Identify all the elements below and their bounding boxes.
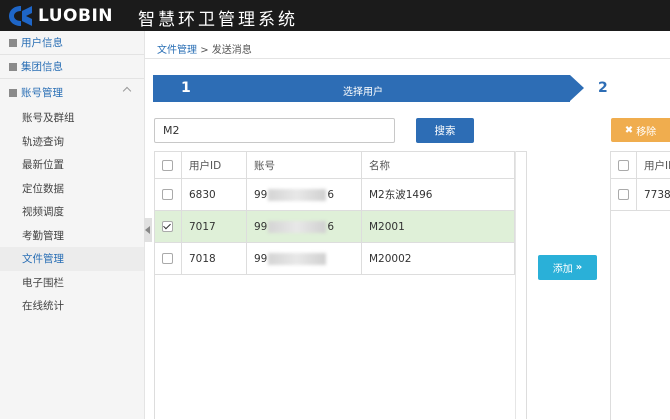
search-button[interactable]: 搜索 [416,118,474,143]
step-2-number: 2 [598,80,608,96]
sidebar-item-accounts[interactable]: 账号及群组 [0,106,144,130]
select-all-checkbox[interactable] [162,160,173,171]
sidebar-item-geofence[interactable]: 电子围栏 [0,271,144,295]
table-row[interactable]: 7018 99 M20002 [155,243,515,275]
cell-user-id: 7738 [637,179,670,211]
sidebar-item-video[interactable]: 视频调度 [0,200,144,224]
row-checkbox[interactable] [162,221,173,232]
sidebar-item-label: 用户信息 [21,35,63,50]
add-button[interactable]: 添加 » [538,255,597,280]
sidebar-item-label: 定位数据 [22,181,64,196]
cell-name: M2001 [362,211,515,243]
cell-user-id: 7018 [182,243,247,275]
cell-account: 99 6 [247,211,362,243]
select-all-checkbox[interactable] [618,160,629,171]
selected-user-table: 用户ID 7738 [610,151,670,211]
account-prefix: 99 [254,253,267,265]
table-row[interactable]: 7738 [611,179,670,211]
brand-name: LUOBIN [38,6,113,26]
logo-icon [8,5,34,27]
app-title: 智慧环卫管理系统 [138,5,298,30]
table-header-row: 用户ID 账号 名称 [155,152,515,179]
sidebar-item-online-stats[interactable]: 在线统计 [0,294,144,318]
table-header-row: 用户ID [611,152,670,179]
close-icon: ✖ [625,125,633,136]
sidebar-group-account[interactable]: 账号管理 [0,79,144,106]
list-icon [9,89,17,97]
sidebar-item-location-data[interactable]: 定位数据 [0,177,144,201]
list-icon [9,63,17,71]
row-checkbox[interactable] [162,253,173,264]
account-prefix: 99 [254,189,267,201]
redaction-mask [268,221,326,233]
sidebar-item-label: 轨迹查询 [22,134,64,149]
sidebar-item-user-info[interactable]: 用户信息 [0,31,144,55]
redaction-mask [268,189,326,201]
row-checkbox[interactable] [618,189,629,200]
row-checkbox[interactable] [162,189,173,200]
add-button-label: 添加 [553,260,573,275]
cell-account: 99 [247,243,362,275]
sidebar-item-label: 视频调度 [22,204,64,219]
sidebar-item-label: 电子围栏 [22,275,64,290]
table-row[interactable]: 7017 99 6 M2001 [155,211,515,243]
account-suffix: 6 [327,189,334,201]
sidebar-item-label: 最新位置 [22,157,64,172]
remove-button[interactable]: ✖ 移除 [611,118,670,142]
cell-name: M20002 [362,243,515,275]
list-icon [9,39,17,47]
breadcrumb-current: 发送消息 [212,45,252,56]
column-header: 用户ID [182,152,247,179]
sidebar-item-latest-position[interactable]: 最新位置 [0,153,144,177]
cell-name: M2东波1496 [362,179,515,211]
user-table: 用户ID 账号 名称 6830 99 6 M2东波1496 7017 99 6 M2… [154,151,515,275]
column-header: 账号 [247,152,362,179]
cell-user-id: 6830 [182,179,247,211]
select-all-cell [155,152,182,179]
sidebar-item-attendance[interactable]: 考勤管理 [0,224,144,248]
cell-user-id: 7017 [182,211,247,243]
step-1-number: 1 [181,80,191,96]
redaction-mask [268,253,326,265]
sidebar-item-label: 集团信息 [21,59,63,74]
chevron-up-icon [123,87,131,95]
step-arrow [570,75,584,101]
column-header: 名称 [362,152,515,179]
sidebar-item-files[interactable]: 文件管理 [0,247,144,271]
double-chevron-right-icon: » [576,262,582,273]
sidebar-item-track[interactable]: 轨迹查询 [0,130,144,154]
top-bar: LUOBIN 智慧环卫管理系统 [0,0,670,31]
breadcrumb-separator: > [200,45,208,56]
account-prefix: 99 [254,221,267,233]
sidebar-item-label: 在线统计 [22,298,64,313]
sidebar-item-label: 考勤管理 [22,228,64,243]
sidebar-collapse-toggle[interactable] [144,218,152,242]
remove-button-label: 移除 [636,123,656,138]
sidebar-item-label: 文件管理 [22,251,64,266]
sidebar: 用户信息 集团信息 账号管理 账号及群组 轨迹查询 最新位置 定位数据 视频调度… [0,31,145,419]
sidebar-group-label: 账号管理 [21,85,63,100]
sidebar-item-label: 账号及群组 [22,110,75,125]
scrollbar[interactable] [515,151,528,419]
sidebar-item-group-info[interactable]: 集团信息 [0,55,144,79]
breadcrumb-parent-link[interactable]: 文件管理 [157,45,197,56]
breadcrumb: 文件管理 > 发送消息 [157,41,252,56]
search-input[interactable] [154,118,395,143]
table-row[interactable]: 6830 99 6 M2东波1496 [155,179,515,211]
column-header: 用户ID [637,152,670,179]
divider [144,58,670,59]
cell-account: 99 6 [247,179,362,211]
step-1-label: 选择用户 [343,83,383,98]
logo: LUOBIN [8,4,113,28]
account-suffix: 6 [327,221,334,233]
